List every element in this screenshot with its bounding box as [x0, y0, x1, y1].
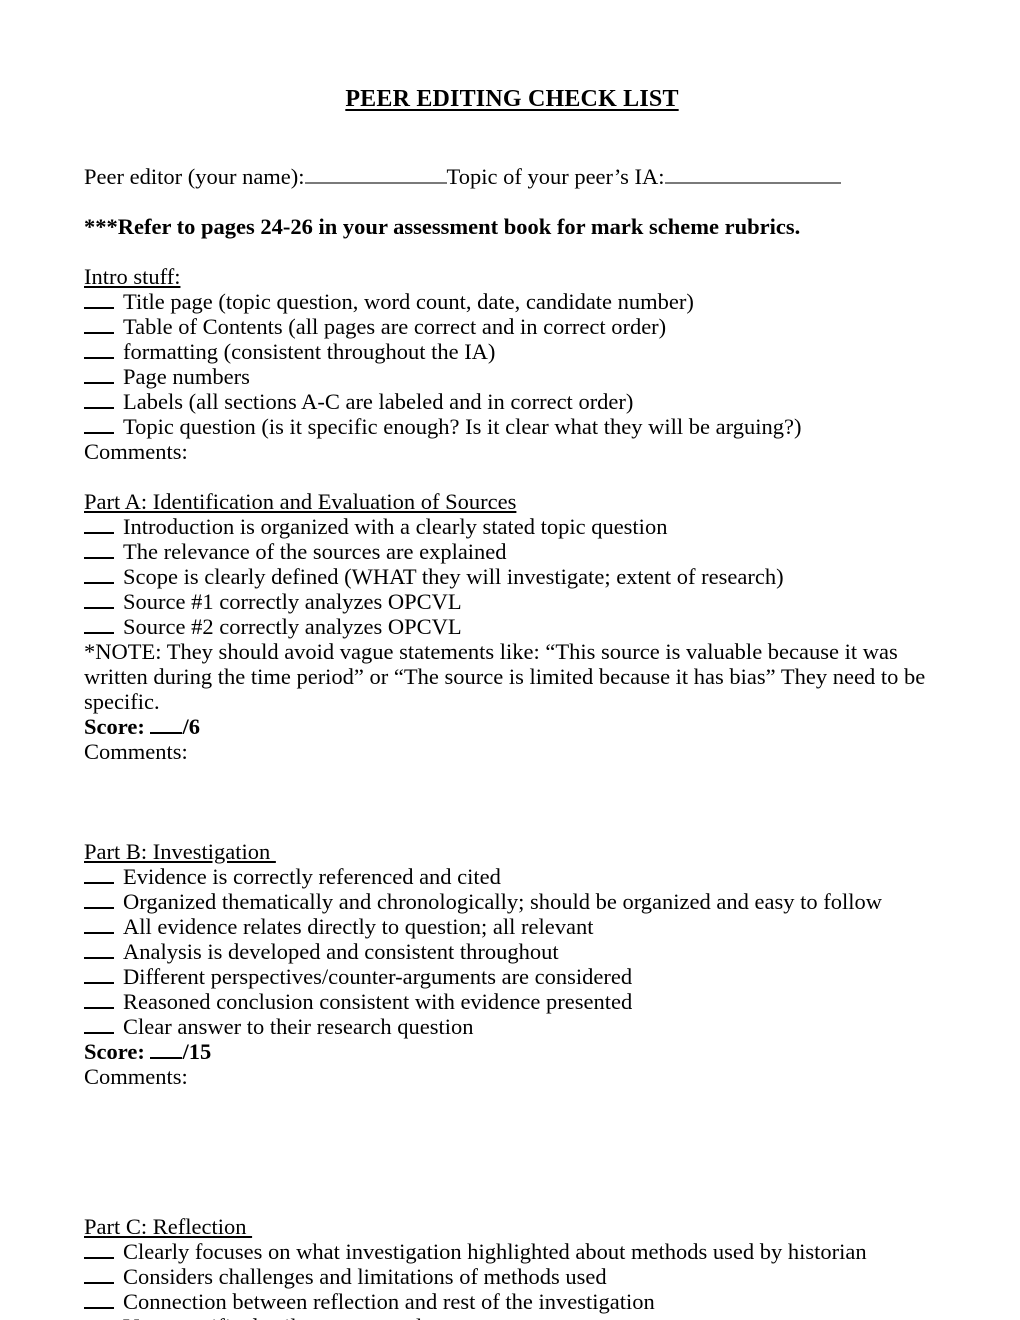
- checkbox-blank[interactable]: [84, 969, 114, 984]
- checkbox-blank[interactable]: [84, 369, 114, 384]
- checklist-item: Source #1 correctly analyzes OPCVL: [84, 589, 940, 614]
- comments-label-intro: Comments:: [84, 439, 188, 464]
- checkbox-blank[interactable]: [84, 594, 114, 609]
- score-label: Score:: [84, 714, 145, 739]
- document-page: PEER EDITING CHECK LIST Peer editor (you…: [0, 0, 1020, 1320]
- comments-label-part-a: Comments:: [84, 739, 188, 764]
- checklist-item-label: Source #1 correctly analyzes OPCVL: [123, 589, 462, 614]
- checklist-item-label: Organized thematically and chronological…: [123, 889, 882, 914]
- topic-blank[interactable]: [664, 167, 841, 184]
- checkbox-blank[interactable]: [84, 569, 114, 584]
- checklist-item: Labels (all sections A-C are labeled and…: [84, 389, 940, 414]
- checklist-item-label: Page numbers: [123, 364, 250, 389]
- checklist-item-label: Connection between reflection and rest o…: [123, 1289, 655, 1314]
- checklist-item: All evidence relates directly to questio…: [84, 914, 940, 939]
- checklist-item-label: Evidence is correctly referenced and cit…: [123, 864, 501, 889]
- checklist-item: Evidence is correctly referenced and cit…: [84, 864, 940, 889]
- page-title-text: PEER EDITING CHECK LIST: [345, 86, 679, 112]
- checklist-item-label: All evidence relates directly to questio…: [123, 914, 594, 939]
- score-label: Score:: [84, 1039, 145, 1064]
- checklist-item: Introduction is organized with a clearly…: [84, 514, 940, 539]
- part-a-note: *NOTE: They should avoid vague statement…: [84, 639, 926, 714]
- checklist-item-label: formatting (consistent throughout the IA…: [123, 339, 496, 364]
- checklist-item: formatting (consistent throughout the IA…: [84, 339, 940, 364]
- checklist-item: The relevance of the sources are explain…: [84, 539, 940, 564]
- comments-label-part-b: Comments:: [84, 1064, 188, 1089]
- checkbox-blank[interactable]: [84, 1269, 114, 1284]
- checklist-item-label: Considers challenges and limitations of …: [123, 1264, 607, 1289]
- checklist-item: Connection between reflection and rest o…: [84, 1289, 940, 1314]
- score-blank[interactable]: [150, 1044, 183, 1059]
- checklist-item-label: The relevance of the sources are explain…: [123, 539, 507, 564]
- section-heading-part-a: Part A: Identification and Evaluation of…: [84, 489, 517, 514]
- checklist-item-label: Topic question (is it specific enough? I…: [123, 414, 802, 439]
- checklist-item: Clear answer to their research question: [84, 1014, 940, 1039]
- peer-editor-blank[interactable]: [304, 167, 447, 184]
- section-heading-part-c: Part C: Reflection: [84, 1214, 253, 1239]
- topic-label: Topic of your peer’s IA:: [446, 164, 665, 189]
- checkbox-blank[interactable]: [84, 869, 114, 884]
- checkbox-blank[interactable]: [84, 619, 114, 634]
- checkbox-blank[interactable]: [84, 919, 114, 934]
- section-heading-intro: Intro stuff:: [84, 264, 181, 289]
- checklist-item-label: Analysis is developed and consistent thr…: [123, 939, 559, 964]
- checklist-item-label: Different perspectives/counter-arguments…: [123, 964, 633, 989]
- score-total: /15: [182, 1039, 212, 1064]
- checklist-item-label: Labels (all sections A-C are labeled and…: [123, 389, 634, 414]
- checkbox-blank[interactable]: [84, 894, 114, 909]
- checkbox-blank[interactable]: [84, 544, 114, 559]
- checklist-item: Analysis is developed and consistent thr…: [84, 939, 940, 964]
- checklist-item: Page numbers: [84, 364, 940, 389]
- checkbox-blank[interactable]: [84, 294, 114, 309]
- checkbox-blank[interactable]: [84, 1019, 114, 1034]
- checklist-item: Very specific details – no general state…: [84, 1314, 940, 1320]
- checkbox-blank[interactable]: [84, 1294, 114, 1309]
- checkbox-blank[interactable]: [84, 994, 114, 1009]
- checklist-item: Topic question (is it specific enough? I…: [84, 414, 940, 439]
- score-total: /6: [182, 714, 200, 739]
- checklist-item: Clearly focuses on what investigation hi…: [84, 1239, 940, 1264]
- checklist-item-label: Source #2 correctly analyzes OPCVL: [123, 614, 462, 639]
- checklist-item: Scope is clearly defined (WHAT they will…: [84, 564, 940, 589]
- section-heading-part-b: Part B: Investigation: [84, 839, 276, 864]
- score-blank[interactable]: [150, 719, 183, 734]
- checklist-item: Organized thematically and chronological…: [84, 889, 940, 914]
- checklist-item: Reasoned conclusion consistent with evid…: [84, 989, 940, 1014]
- checkbox-blank[interactable]: [84, 519, 114, 534]
- checklist-item: Different perspectives/counter-arguments…: [84, 964, 940, 989]
- header-fields-line: Peer editor (your name): Topic of your pe…: [84, 164, 940, 189]
- checklist-item-label: Introduction is organized with a clearly…: [123, 514, 668, 539]
- checklist-item: Source #2 correctly analyzes OPCVL: [84, 614, 940, 639]
- checklist-item: Table of Contents (all pages are correct…: [84, 314, 940, 339]
- checkbox-blank[interactable]: [84, 344, 114, 359]
- part-b-score-line: Score: /15: [84, 1039, 940, 1064]
- checklist-item: Considers challenges and limitations of …: [84, 1264, 940, 1289]
- refer-note: ***Refer to pages 24-26 in your assessme…: [84, 214, 801, 239]
- checklist-item-label: Clearly focuses on what investigation hi…: [123, 1239, 867, 1264]
- page-title: PEER EDITING CHECK LIST: [84, 84, 940, 114]
- checklist-item-label: Very specific details – no general state…: [123, 1314, 523, 1320]
- checkbox-blank[interactable]: [84, 1244, 114, 1259]
- checklist-item-label: Scope is clearly defined (WHAT they will…: [123, 564, 784, 589]
- peer-editor-label: Peer editor (your name):: [84, 164, 305, 189]
- checkbox-blank[interactable]: [84, 944, 114, 959]
- part-a-score-line: Score: /6: [84, 714, 940, 739]
- checklist-item-label: Clear answer to their research question: [123, 1014, 474, 1039]
- checkbox-blank[interactable]: [84, 419, 114, 434]
- checklist-item-label: Table of Contents (all pages are correct…: [123, 314, 667, 339]
- checklist-item-label: Title page (topic question, word count, …: [123, 289, 694, 314]
- checklist-item-label: Reasoned conclusion consistent with evid…: [123, 989, 633, 1014]
- checkbox-blank[interactable]: [84, 394, 114, 409]
- checklist-item: Title page (topic question, word count, …: [84, 289, 940, 314]
- checkbox-blank[interactable]: [84, 319, 114, 334]
